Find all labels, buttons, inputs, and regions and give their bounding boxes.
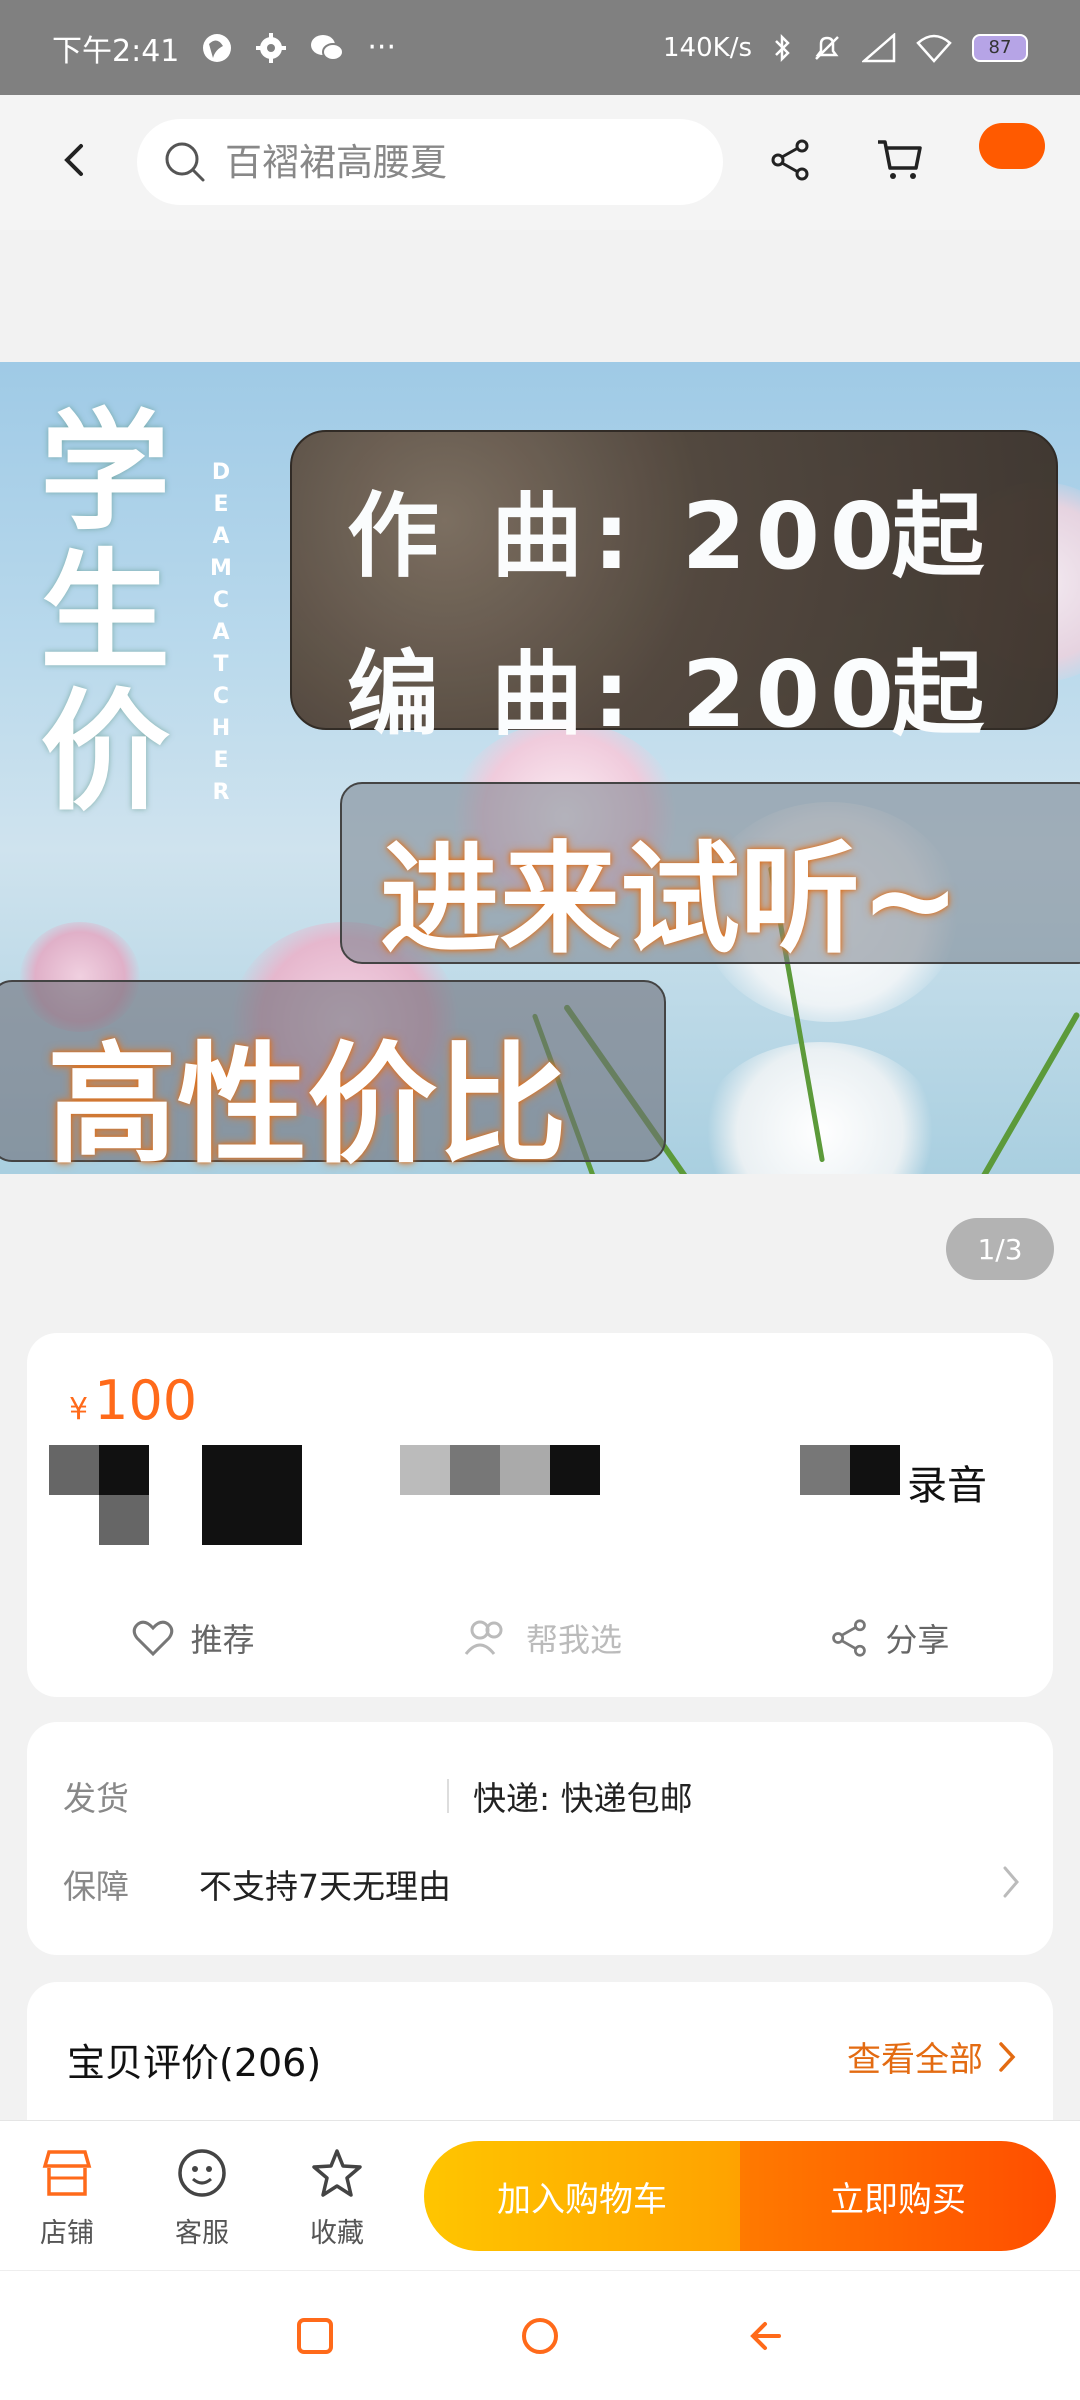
settings-gear-icon bbox=[255, 32, 287, 64]
heart-icon bbox=[132, 1620, 173, 1657]
back-arrow-icon bbox=[750, 2322, 781, 2350]
system-back-button[interactable] bbox=[735, 2306, 795, 2366]
share-button[interactable] bbox=[755, 125, 825, 195]
blurred-title-block bbox=[202, 1445, 302, 1545]
back-button[interactable] bbox=[40, 125, 110, 195]
status-bar: 下午2:41 ··· 140K/s 87 bbox=[0, 0, 1080, 95]
bottom-action-bar: 店铺 客服 收藏 加入购物车 立即购买 bbox=[0, 2120, 1080, 2270]
store-icon bbox=[42, 2150, 92, 2196]
guarantee-label: 保障 bbox=[63, 1867, 129, 1906]
guarantee-row[interactable]: 保障 不支持7天无理由 bbox=[63, 1860, 451, 1908]
top-nav bbox=[0, 95, 1080, 230]
share-icon bbox=[832, 1619, 867, 1657]
banner-price-board: 作 曲: 200 起 编 曲: 200 起 bbox=[290, 430, 1058, 748]
blurred-title-block bbox=[450, 1445, 500, 1495]
cart-icon bbox=[878, 140, 922, 179]
buy-now-button[interactable]: 立即购买 bbox=[740, 2141, 1056, 2251]
star-icon bbox=[312, 2149, 362, 2197]
blurred-title-block bbox=[99, 1445, 149, 1495]
guarantee-value: 不支持7天无理由 bbox=[199, 1867, 451, 1906]
recommend-button[interactable]: 推荐 bbox=[131, 1615, 255, 1661]
search-box[interactable] bbox=[137, 119, 723, 205]
status-time: 下午2:41 bbox=[52, 33, 180, 69]
blurred-title-block bbox=[99, 1495, 149, 1545]
banner-listen-pill: 进来试听~ bbox=[340, 782, 1080, 970]
arrange-price-line: 编 曲: 200 起 bbox=[347, 641, 995, 748]
blurred-title-block bbox=[49, 1445, 99, 1495]
banner-vertical-brand: DEAMCATCHER bbox=[210, 460, 232, 805]
shipping-label: 发货 bbox=[63, 1779, 129, 1818]
wifi-icon bbox=[916, 33, 952, 63]
view-all-reviews-link[interactable]: 查看全部 bbox=[847, 2032, 1017, 2081]
blurred-title-block bbox=[400, 1445, 450, 1495]
shipping-card: 发货 快递: 快递包邮 保障 不支持7天无理由 bbox=[27, 1722, 1053, 1955]
battery-level: 87 bbox=[988, 37, 1012, 58]
chevron-right-icon bbox=[1003, 1866, 1019, 1898]
help-me-choose-button[interactable]: 帮我选 bbox=[462, 1615, 622, 1661]
product-info-card: ¥100 录音 推荐 帮我选 分享 bbox=[27, 1333, 1053, 1697]
compose-price-line: 作 曲: 200 起 bbox=[347, 483, 995, 590]
add-to-cart-button[interactable]: 加入购物车 bbox=[424, 2141, 740, 2251]
search-icon bbox=[165, 142, 205, 182]
currency-symbol: ¥ bbox=[69, 1392, 89, 1427]
wechat-icon bbox=[309, 32, 345, 64]
customer-service-tab[interactable]: 客服 bbox=[147, 2143, 257, 2250]
shipping-origin-blurred bbox=[199, 1779, 449, 1813]
share-product-button[interactable]: 分享 bbox=[829, 1615, 949, 1661]
blurred-title-block bbox=[800, 1445, 850, 1495]
home-button[interactable] bbox=[510, 2306, 570, 2366]
chevron-left-icon bbox=[64, 144, 83, 176]
shipping-row[interactable]: 发货 快递: 快递包邮 bbox=[63, 1772, 693, 1820]
blurred-title-block bbox=[500, 1445, 550, 1495]
product-price: ¥100 bbox=[69, 1369, 197, 1432]
system-nav-bar bbox=[0, 2270, 1080, 2400]
browser-icon bbox=[201, 32, 233, 64]
more-menu-button[interactable] bbox=[979, 123, 1045, 169]
stem-decoration bbox=[960, 1011, 1080, 1174]
recent-apps-button[interactable] bbox=[285, 2306, 345, 2366]
price-value: 100 bbox=[94, 1369, 198, 1432]
blurred-title-block bbox=[850, 1445, 900, 1495]
product-image-banner[interactable]: 学 生 价 DEAMCATCHER 作 曲: 200 起 编 曲: 200 起 进来… bbox=[0, 362, 1080, 1174]
store-tab[interactable]: 店铺 bbox=[12, 2143, 122, 2250]
image-page-indicator: 1/3 bbox=[946, 1218, 1054, 1280]
share-icon bbox=[771, 139, 809, 181]
battery-icon: 87 bbox=[972, 33, 1028, 62]
status-more-dots: ··· bbox=[367, 30, 396, 65]
circle-icon bbox=[522, 2318, 558, 2354]
favorite-tab[interactable]: 收藏 bbox=[282, 2143, 392, 2250]
chevron-right-icon bbox=[999, 2041, 1016, 2072]
banner-vertical-title: 学 生 价 bbox=[40, 396, 171, 828]
cart-button[interactable] bbox=[865, 125, 935, 195]
bell-mute-icon bbox=[812, 33, 842, 63]
bluetooth-icon bbox=[772, 33, 792, 63]
product-title-tail: 录音 bbox=[907, 1463, 987, 1509]
signal-icon bbox=[862, 32, 896, 63]
blurred-title-block bbox=[550, 1445, 600, 1495]
banner-value-pill: 高性价比 bbox=[0, 980, 666, 1174]
review-title: 宝贝评价(206) bbox=[67, 2041, 322, 2085]
people-icon bbox=[464, 1620, 503, 1655]
search-input[interactable] bbox=[225, 140, 675, 184]
shipping-value: 快递: 快递包邮 bbox=[473, 1779, 693, 1818]
service-icon bbox=[178, 2149, 226, 2197]
square-icon bbox=[297, 2318, 333, 2354]
net-speed: 140K/s bbox=[663, 32, 752, 63]
product-actions: 推荐 帮我选 分享 bbox=[27, 1603, 1053, 1673]
